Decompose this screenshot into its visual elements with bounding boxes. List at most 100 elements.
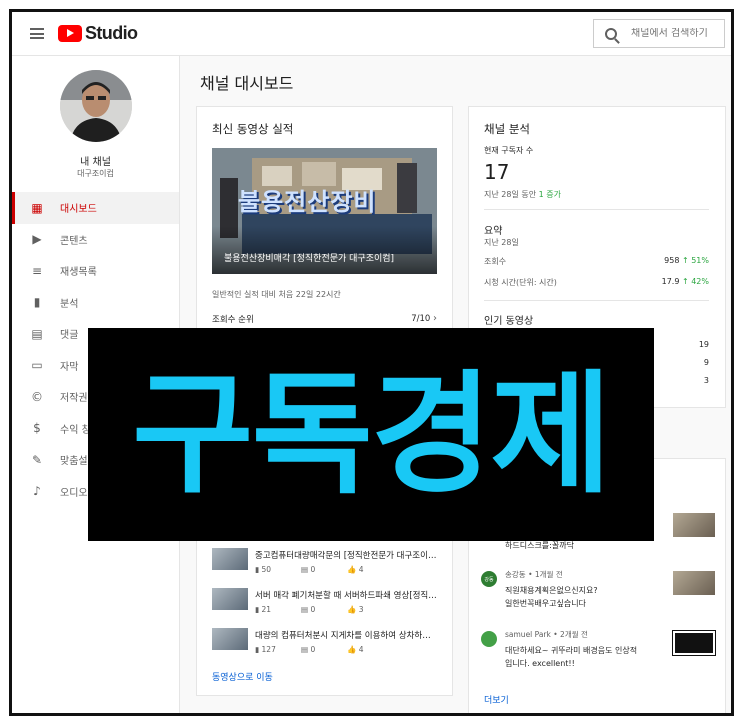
rank-label: 조회수 순위: [212, 315, 254, 325]
video-comments: 0: [310, 565, 316, 574]
first-period-text: 일반적인 실적 대비 처음 22일 22시간: [212, 290, 341, 299]
video-list-item[interactable]: 서버 매각 폐기처분할 때 서버하드파쇄 영상[정직한전문가] ▮ 21 ▤ 0 👍 …: [212, 588, 437, 628]
customization-icon: ✎: [31, 452, 43, 467]
popular-videos-title: 인기 동영상: [484, 316, 534, 327]
comments-icon: ▤: [31, 326, 43, 341]
menu-icon[interactable]: [30, 28, 44, 39]
sidebar-item-label: 저작권: [60, 393, 88, 405]
video-thumbnail[interactable]: [212, 588, 248, 610]
sidebar-item-analytics[interactable]: ▮ 분석: [12, 287, 179, 319]
search-icon: [605, 27, 617, 40]
page-title: 채널 대시보드: [200, 74, 294, 93]
popular-video-value: 19: [698, 340, 709, 349]
comment-icon: ▤: [301, 605, 309, 614]
sidebar-item-label: 자막: [60, 361, 79, 373]
content-icon: ▶: [32, 232, 42, 247]
watch-time-row: 시청 시간(단위: 시간) 17.9 ↑ 42%: [484, 277, 709, 288]
video-list: 중고컴퓨터대량매각문의 [정직한전문가 대구조이컴] ▮ 50 ▤ 0 👍 4 서버 매…: [212, 548, 437, 668]
views-row: 조회수 958 ↑ 51%: [484, 256, 709, 267]
analytics-card-title: 채널 분석: [484, 122, 530, 136]
views-value: 958: [664, 256, 680, 265]
commenter-avatar[interactable]: 강동: [481, 571, 497, 587]
youtube-play-icon: [58, 25, 82, 42]
video-thumbnail[interactable]: [212, 548, 248, 570]
video-likes: 4: [358, 645, 364, 654]
comment-line: 일한번꼭배우고싶습니다: [505, 599, 586, 608]
subscriber-count: 17: [484, 160, 510, 184]
video-stats: ▮ 21 ▤ 0 👍 3: [255, 605, 393, 614]
rank-row[interactable]: 조회수 순위 7/10 ›: [212, 313, 437, 325]
video-title: 서버 매각 폐기처분할 때 서버하드파쇄 영상[정직한전문가]: [255, 591, 437, 601]
studio-logo[interactable]: Studio: [58, 23, 138, 44]
comment-video-thumbnail[interactable]: [672, 630, 716, 656]
watch-time-value: 17.9: [661, 277, 680, 286]
views-change: 51%: [691, 256, 709, 265]
comment-author: 송강동 • 1개월 전: [505, 570, 563, 579]
video-list-item[interactable]: 대량의 컴퓨터처분시 지게차를 이용하여 상차하는 영상 ▮ 127 ▤ 0 👍 4: [212, 628, 437, 668]
more-comments-link[interactable]: 더보기: [484, 693, 509, 706]
channel-title: 내 채널: [80, 157, 111, 168]
sidebar-item-label: 재생목록: [60, 267, 97, 279]
comment-line: 대단하세요~ 귀뚜라미 배경음도 인상적: [505, 646, 638, 655]
views-icon: ▮: [255, 605, 260, 614]
video-comments: 0: [310, 645, 316, 654]
logo-text: Studio: [85, 23, 138, 43]
video-stats: ▮ 127 ▤ 0 👍 4: [255, 645, 393, 654]
latest-video-thumbnail[interactable]: 불용전산장비 불용전산장비매각 [정직한전문가 대구조이컴]: [212, 148, 437, 274]
video-comments: 0: [310, 605, 316, 614]
views-label: 조회수: [484, 257, 507, 266]
video-list-item[interactable]: 중고컴퓨터대량매각문의 [정직한전문가 대구조이컴] ▮ 50 ▤ 0 👍 4: [212, 548, 437, 588]
rank-value: 7/10: [411, 314, 431, 324]
top-app-bar: Studio: [12, 12, 731, 56]
copyright-icon: ©: [31, 389, 43, 404]
comment-icon: ▤: [301, 645, 309, 654]
comment-author: samuel Park • 2개월 전: [505, 630, 588, 639]
sidebar-item-label: 댓글: [60, 330, 79, 342]
thumbs-up-icon: 👍: [347, 565, 357, 574]
latest-video-title: 불용전산장비매각 [정직한전문가 대구조이컴]: [224, 254, 395, 264]
sidebar-item-label: 분석: [60, 298, 79, 310]
sidebar-item-label: 대시보드: [60, 204, 97, 216]
comment-text: 직원채용계획은없으신지요? 일한번꼭배우고싶습니다: [505, 584, 663, 610]
comment-line: 직원채용계획은없으신지요?: [505, 586, 598, 595]
chevron-right-icon: ›: [433, 313, 437, 324]
sidebar-item-playlist[interactable]: ≡ 재생목록: [12, 255, 179, 287]
go-to-videos-link[interactable]: 동영상으로 이동: [212, 670, 273, 683]
commenter-avatar[interactable]: [481, 631, 497, 647]
popular-video-value: 3: [703, 376, 709, 385]
sidebar-item-content[interactable]: ▶ 콘텐츠: [12, 224, 179, 256]
thumbnail-headline: 불용전산장비: [238, 188, 377, 216]
avatar-image: [60, 70, 132, 142]
comment-item[interactable]: 강동 송강동 • 1개월 전직원채용계획은없으신지요? 일한번꼭배우고싶습니다: [481, 567, 715, 622]
overlay-banner: 구독경제: [88, 328, 654, 541]
comment-line: 입니다. excellent!!: [505, 659, 575, 668]
analytics-icon: ▮: [33, 295, 41, 310]
summary-period: 지난 28일: [484, 238, 519, 247]
subscriber-change-prefix: 지난 28일 동안: [484, 190, 537, 199]
channel-avatar[interactable]: [60, 70, 132, 142]
sidebar-item-dashboard[interactable]: ▦ 대시보드: [12, 192, 179, 224]
arrow-up-icon: ↑: [681, 256, 689, 265]
avatar-initials: 강동: [484, 576, 494, 583]
arrow-up-icon: ↑: [681, 277, 689, 286]
watch-time-change: 42%: [691, 277, 709, 286]
monetization-icon: $: [33, 421, 41, 436]
comment-video-thumbnail[interactable]: [673, 513, 715, 537]
video-views: 21: [261, 605, 272, 614]
video-thumbnail[interactable]: [212, 628, 248, 650]
channel-search-box[interactable]: [593, 19, 725, 48]
comment-item[interactable]: samuel Park • 2개월 전대단하세요~ 귀뚜라미 배경음도 인상적입…: [481, 627, 716, 682]
video-views: 50: [261, 565, 272, 574]
comment-icon: ▤: [301, 565, 309, 574]
watch-time-label: 시청 시간(단위: 시간): [484, 278, 557, 287]
audio-library-icon: ♪: [33, 484, 41, 499]
sidebar-item-label: 콘텐츠: [60, 235, 88, 247]
search-input[interactable]: [631, 28, 721, 39]
popular-video-value: 9: [703, 358, 709, 367]
thumbs-up-icon: 👍: [347, 605, 357, 614]
overlay-headline: 구독경제: [132, 357, 612, 512]
comment-video-thumbnail[interactable]: [673, 571, 715, 595]
video-stats: ▮ 50 ▤ 0 👍 4: [255, 565, 393, 574]
dashboard-icon: ▦: [31, 200, 43, 215]
subscriber-change-value: 1 증가: [538, 190, 561, 199]
